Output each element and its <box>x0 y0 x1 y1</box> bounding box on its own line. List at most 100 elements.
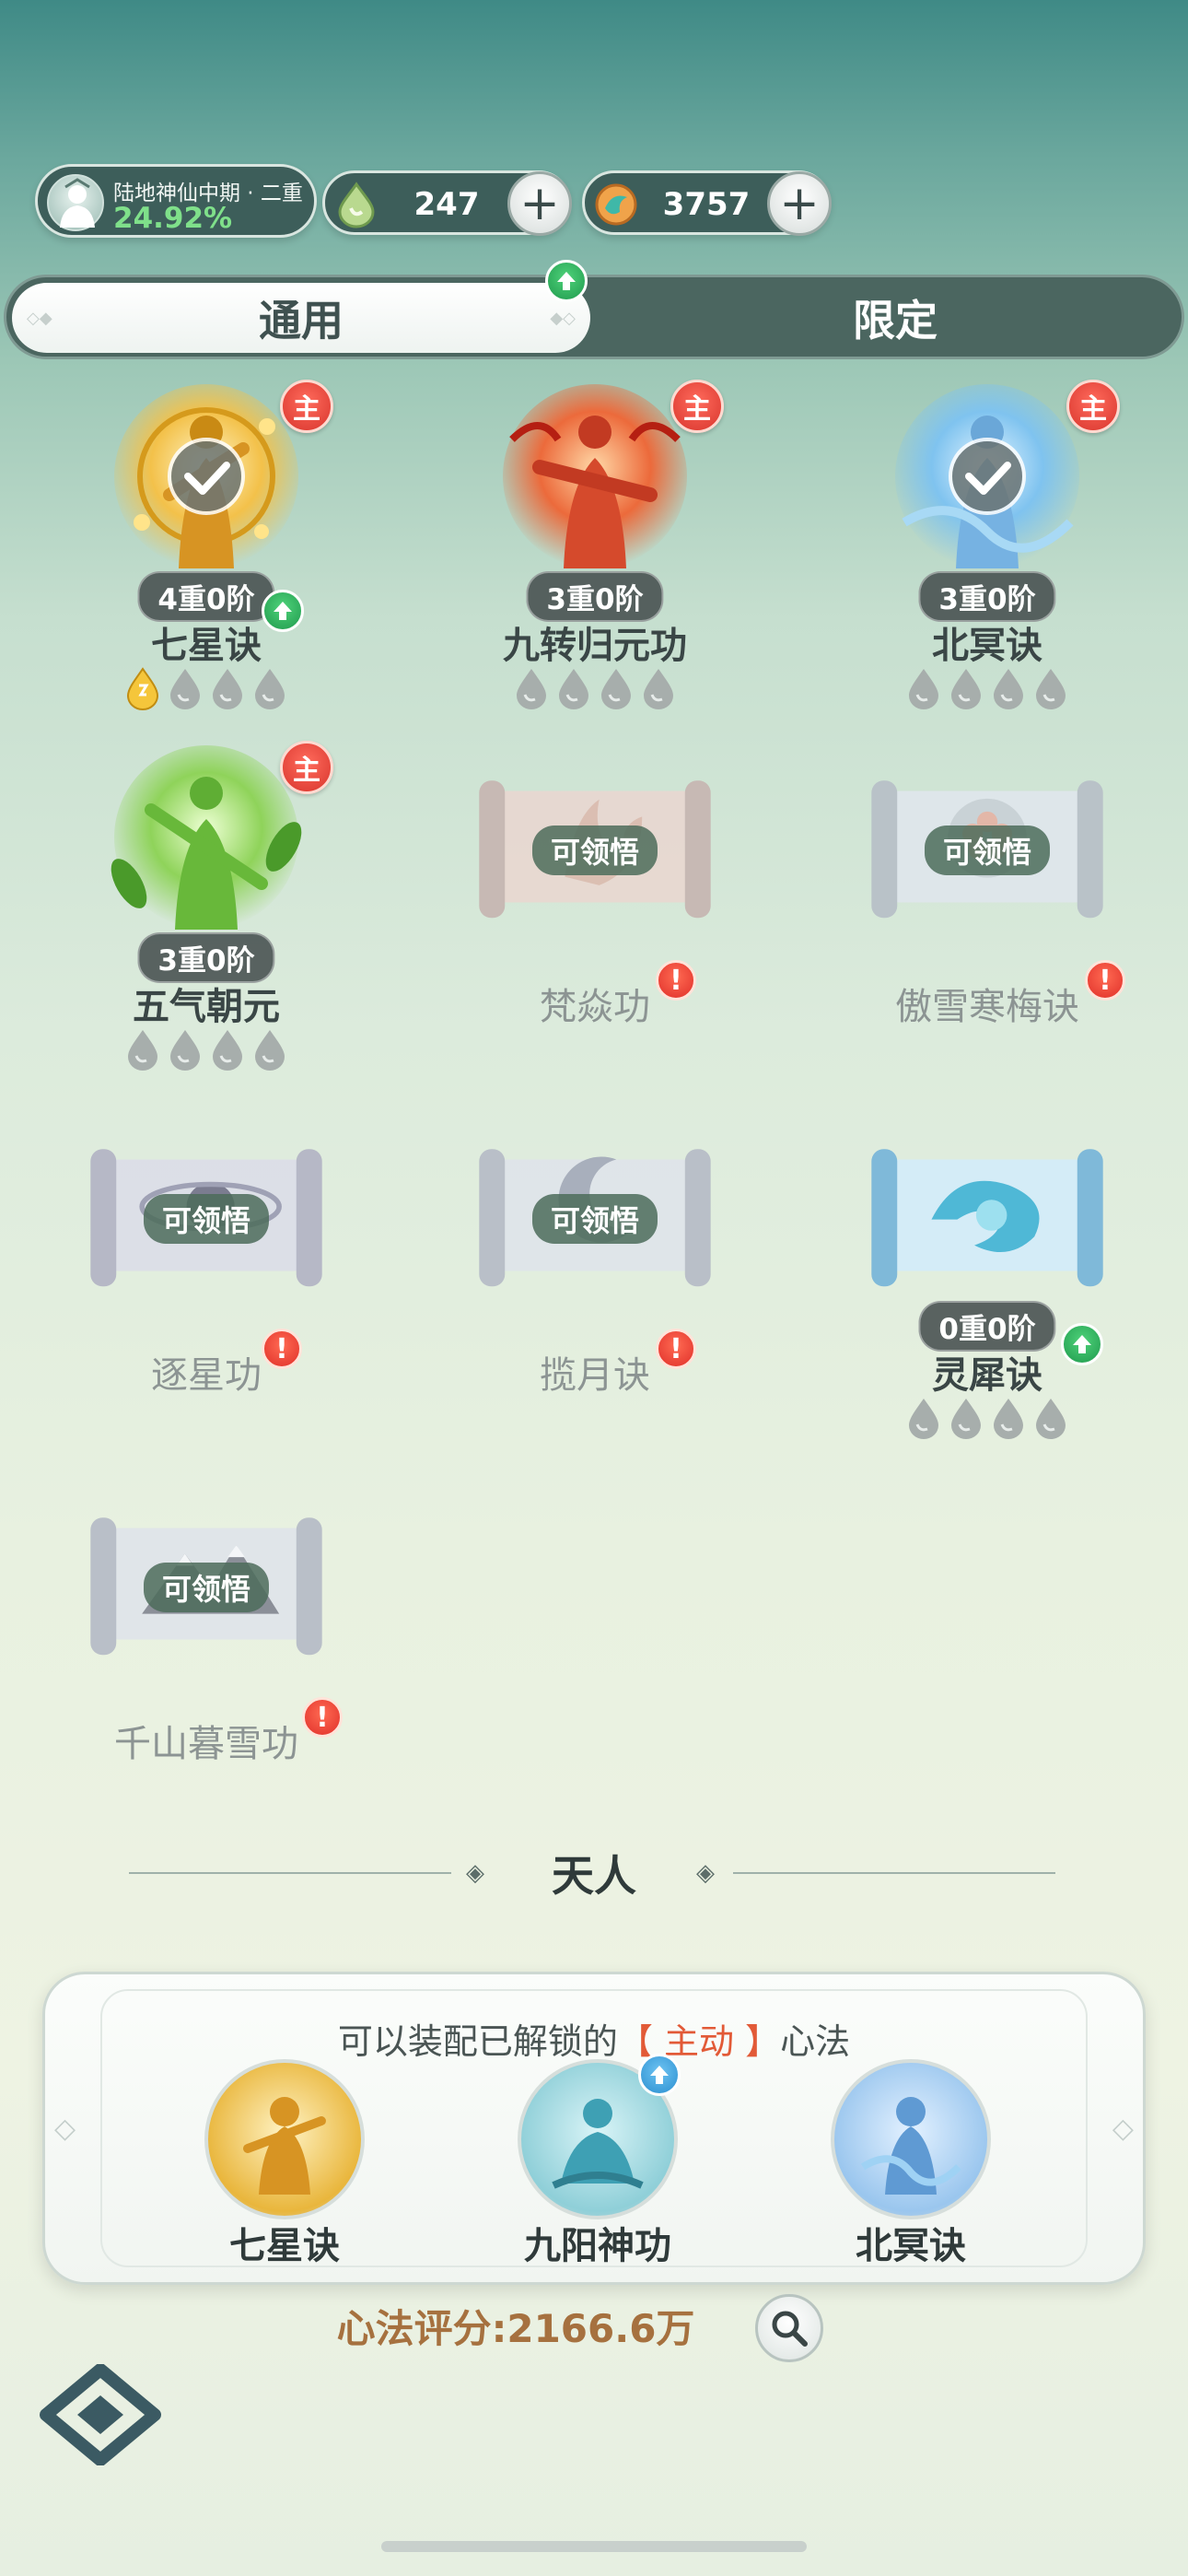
slot-name: 七星诀 <box>229 2225 340 2267</box>
art-card-zhuxing[interactable]: 可领悟 逐星功 ! <box>68 1109 344 1478</box>
hint-suffix: 心法 <box>780 2021 851 2062</box>
jade-drop-icon <box>331 179 382 230</box>
empty-drop-icon <box>559 669 588 709</box>
equip-slot-3[interactable]: 北冥诀 <box>819 2059 1003 2271</box>
art-card-lingxi[interactable]: 0重0阶 灵犀诀 <box>849 1109 1125 1478</box>
diamond-icon: ◆◇ <box>550 309 576 328</box>
star-drops <box>124 667 288 711</box>
search-button[interactable] <box>755 2294 823 2362</box>
star-drops <box>905 1397 1069 1441</box>
equip-hint: 可以装配已解锁的【 主动 】心法 <box>45 2013 1143 2064</box>
art-card-wuqi[interactable]: 主 3重0阶 五气朝元 <box>68 741 344 1109</box>
empty-drop-icon <box>994 1399 1023 1439</box>
claim-label: 可领悟 <box>531 825 658 875</box>
empty-drop-icon <box>170 669 200 709</box>
player-avatar <box>47 174 104 231</box>
realm-status[interactable]: 陆地神仙中期 · 二重 24.92% <box>35 164 317 238</box>
gold-drop-icon <box>126 667 159 710</box>
art-level: 3重0阶 <box>526 571 664 622</box>
art-name: 七星诀 <box>151 625 262 667</box>
tab-general-label: 通用 <box>259 296 344 345</box>
beiming-slot-icon <box>831 2059 991 2219</box>
diamond-icon: ◈ <box>696 1859 715 1887</box>
equip-slot-1[interactable]: 七星诀 <box>192 2059 377 2271</box>
empty-drop-icon <box>951 669 981 709</box>
art-card-beiming[interactable]: 主 3重0阶 北冥诀 <box>849 380 1125 748</box>
art-card-jiuzhuan[interactable]: 主 3重0阶 九转归元功 <box>457 380 733 748</box>
empty-drop-icon <box>255 1030 285 1071</box>
empty-drop-icon <box>517 669 546 709</box>
slot-name: 北冥诀 <box>856 2225 966 2267</box>
alert-icon: ! <box>262 1329 302 1369</box>
alert-icon: ! <box>1085 960 1125 1001</box>
upgrade-arrow-icon <box>638 2054 681 2096</box>
search-icon <box>772 2311 808 2347</box>
equip-slot-2[interactable]: 九阳神功 <box>506 2054 690 2271</box>
empty-drop-icon <box>644 669 673 709</box>
slot-name: 九阳神功 <box>524 2225 671 2267</box>
home-indicator[interactable] <box>381 2541 807 2552</box>
art-card-aoxue[interactable]: 可领悟 傲雪寒梅诀 ! <box>849 741 1125 1109</box>
currency-spirit: 3757 + <box>582 170 832 236</box>
claim-label: 可领悟 <box>143 1563 270 1612</box>
art-card-fanyan[interactable]: 可领悟 梵焱功 ! <box>457 741 733 1109</box>
empty-drop-icon <box>951 1399 981 1439</box>
star-drops <box>513 667 677 711</box>
hint-prefix: 可以装配已解锁的 <box>337 2021 618 2062</box>
art-card-qianshan[interactable]: 可领悟 千山暮雪功 ! <box>68 1478 344 1846</box>
art-name: 傲雪寒梅诀 <box>895 986 1079 1028</box>
art-name: 北冥诀 <box>932 625 1042 667</box>
claim-label: 可领悟 <box>531 1194 658 1244</box>
tab-general[interactable]: ◇◆ 通用 ◆◇ <box>12 283 590 353</box>
main-tag-badge: 主 <box>1066 380 1120 433</box>
art-level: 4重0阶 <box>137 571 275 622</box>
spirit-orb-icon <box>590 179 642 230</box>
star-drops <box>905 667 1069 711</box>
art-level: 3重0阶 <box>918 571 1056 622</box>
main-tag-badge: 主 <box>280 741 333 794</box>
main-tag-badge: 主 <box>280 380 333 433</box>
art-name: 逐星功 <box>151 1354 262 1397</box>
alert-icon: ! <box>302 1697 343 1738</box>
realm-progress: 24.92% <box>113 202 233 235</box>
empty-drop-icon <box>1036 1399 1066 1439</box>
menu-logo-icon[interactable] <box>39 2363 162 2466</box>
diamond-icon: ◇ <box>54 2113 76 2145</box>
diamond-icon: ◇ <box>1112 2113 1134 2145</box>
art-name: 五气朝元 <box>133 986 280 1028</box>
empty-drop-icon <box>909 1399 938 1439</box>
empty-drop-icon <box>170 1030 200 1071</box>
art-level: 3重0阶 <box>137 932 275 983</box>
empty-drop-icon <box>909 669 938 709</box>
alert-icon: ! <box>656 960 696 1001</box>
empty-drop-icon <box>1036 669 1066 709</box>
tab-limited[interactable]: 限定 <box>614 283 1176 353</box>
art-card-lanyue[interactable]: 可领悟 揽月诀 ! <box>457 1109 733 1478</box>
diamond-icon: ◇◆ <box>27 309 52 328</box>
main-tag-badge: 主 <box>670 380 724 433</box>
currency-jade-value: 247 <box>413 186 480 223</box>
qixing-slot-icon <box>204 2059 365 2219</box>
claim-label: 可领悟 <box>924 825 1051 875</box>
upgrade-arrow-icon <box>262 590 304 632</box>
art-name: 九转归元功 <box>503 625 687 667</box>
empty-drop-icon <box>601 669 631 709</box>
hint-highlight: 【 主动 】 <box>617 2021 781 2062</box>
equip-panel: ◇ ◇ 可以装配已解锁的【 主动 】心法 七星诀 九阳神功 北冥诀 <box>42 1972 1146 2285</box>
empty-drop-icon <box>128 1030 157 1071</box>
alert-icon: ! <box>656 1329 696 1369</box>
lingxi-scroll-icon <box>863 1109 1112 1321</box>
star-drops <box>124 1028 288 1072</box>
art-score: 心法评分:2166.6万 <box>336 2306 695 2351</box>
empty-drop-icon <box>994 669 1023 709</box>
currency-spirit-value: 3757 <box>662 186 751 223</box>
upgrade-arrow-icon <box>1061 1323 1103 1365</box>
claim-label: 可领悟 <box>143 1194 270 1244</box>
divider-line <box>733 1872 1055 1874</box>
tab-bar: ◇◆ 通用 ◆◇ 限定 <box>4 275 1184 359</box>
empty-drop-icon <box>213 669 242 709</box>
art-card-qixing[interactable]: 主 4重0阶 七星诀 <box>68 380 344 748</box>
empty-drop-icon <box>213 1030 242 1071</box>
add-spirit-button[interactable]: + <box>767 171 832 236</box>
add-jade-button[interactable]: + <box>507 171 572 236</box>
